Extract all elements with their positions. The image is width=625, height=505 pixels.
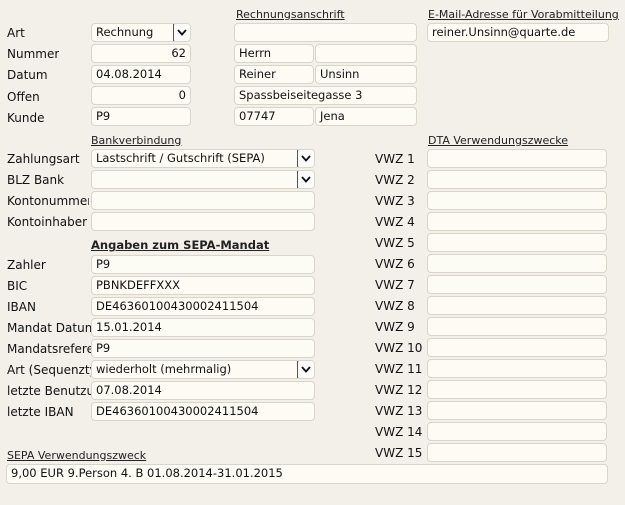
vwz-label: VWZ 4 bbox=[375, 215, 415, 229]
art-sequenztyp-select[interactable]: wiederholt (mehrmalig) bbox=[91, 360, 315, 379]
kontonummer-label: Kontonummer bbox=[7, 194, 89, 208]
kunde-label: Kunde bbox=[7, 111, 45, 125]
letzte-benutzung-label: letzte Benutzung bbox=[7, 384, 91, 398]
vwz-label: VWZ 9 bbox=[375, 320, 415, 334]
art-select-value: Rechnung bbox=[96, 25, 154, 39]
vwz-label: VWZ 8 bbox=[375, 299, 415, 313]
art-label: Art bbox=[7, 26, 25, 40]
vwz-label: VWZ 15 bbox=[375, 446, 423, 460]
sepa-mandat-heading: Angaben zum SEPA-Mandat bbox=[91, 238, 270, 252]
anrede2-field[interactable] bbox=[315, 44, 417, 63]
zahlungsart-select[interactable]: Lastschrift / Gutschrift (SEPA) bbox=[91, 149, 315, 168]
nachname-field[interactable]: Unsinn bbox=[315, 65, 417, 84]
vwz-field[interactable] bbox=[427, 380, 607, 399]
address-line0-field[interactable] bbox=[234, 23, 417, 42]
ort-field[interactable]: Jena bbox=[315, 107, 417, 126]
bic-label: BIC bbox=[7, 279, 28, 293]
vwz-label: VWZ 13 bbox=[375, 404, 423, 418]
mandatsreferenz-field[interactable]: P9 bbox=[91, 339, 315, 358]
vwz-field[interactable] bbox=[427, 149, 607, 168]
datum-field[interactable]: 04.08.2014 bbox=[91, 65, 191, 84]
email-field[interactable]: reiner.Unsinn@quarte.de bbox=[427, 23, 609, 42]
vwz-label: VWZ 10 bbox=[375, 341, 423, 355]
bic-field[interactable]: PBNKDEFFXXX bbox=[91, 276, 315, 295]
bankverbindung-heading: Bankverbindung bbox=[91, 134, 182, 147]
dta-heading: DTA Verwendungszwecke bbox=[428, 134, 569, 147]
kontoinhaber-label: Kontoinhaber bbox=[7, 215, 88, 229]
art-sequenztyp-label: Art (Sequenztyp) bbox=[7, 363, 91, 377]
mandatsreferenz-label: Mandatsreferenz bbox=[7, 342, 91, 356]
vwz-label: VWZ 11 bbox=[375, 362, 423, 376]
chevron-down-icon[interactable] bbox=[297, 361, 314, 378]
rechnungsanschrift-heading: Rechnungsanschrift bbox=[236, 8, 345, 21]
zahler-field[interactable]: P9 bbox=[91, 255, 315, 274]
vwz-field[interactable] bbox=[427, 212, 607, 231]
kontoinhaber-field[interactable] bbox=[91, 212, 315, 231]
art-select[interactable]: Rechnung bbox=[91, 23, 191, 42]
vwz-field[interactable] bbox=[427, 401, 607, 420]
kontonummer-field[interactable] bbox=[91, 191, 315, 210]
vwz-label: VWZ 6 bbox=[375, 257, 415, 271]
art-sequenztyp-select-value: wiederholt (mehrmalig) bbox=[96, 362, 232, 376]
datum-label: Datum bbox=[7, 68, 48, 82]
vwz-field[interactable] bbox=[427, 296, 607, 315]
offen-label: Offen bbox=[7, 90, 40, 104]
vwz-label: VWZ 7 bbox=[375, 278, 415, 292]
vwz-field[interactable] bbox=[427, 317, 607, 336]
iban-label: IBAN bbox=[7, 300, 36, 314]
vwz-field[interactable] bbox=[427, 233, 607, 252]
vwz-label: VWZ 3 bbox=[375, 194, 415, 208]
blz-bank-select[interactable] bbox=[91, 170, 315, 189]
chevron-down-icon[interactable] bbox=[297, 171, 314, 188]
vwz-field[interactable] bbox=[427, 275, 607, 294]
letzte-iban-field[interactable]: DE46360100430002411504 bbox=[91, 402, 315, 421]
zahlungsart-select-value: Lastschrift / Gutschrift (SEPA) bbox=[96, 151, 265, 165]
kunde-field[interactable]: P9 bbox=[91, 107, 191, 126]
letzte-benutzung-field[interactable]: 07.08.2014 bbox=[91, 381, 315, 400]
zahler-label: Zahler bbox=[7, 258, 46, 272]
chevron-down-icon[interactable] bbox=[173, 24, 190, 41]
iban-field[interactable]: DE46360100430002411504 bbox=[91, 297, 315, 316]
offen-field[interactable]: 0 bbox=[91, 86, 191, 105]
vwz-field[interactable] bbox=[427, 338, 607, 357]
zahlungsart-label: Zahlungsart bbox=[7, 152, 80, 166]
vwz-field[interactable] bbox=[427, 170, 607, 189]
vwz-field[interactable] bbox=[427, 422, 607, 441]
letzte-iban-label: letzte IBAN bbox=[7, 405, 74, 419]
vwz-label: VWZ 2 bbox=[375, 173, 415, 187]
anrede-field[interactable]: Herrn bbox=[234, 44, 314, 63]
mandat-datum-field[interactable]: 15.01.2014 bbox=[91, 318, 315, 337]
chevron-down-icon[interactable] bbox=[297, 150, 314, 167]
nummer-label: Nummer bbox=[7, 47, 60, 61]
blz-bank-label: BLZ Bank bbox=[7, 173, 65, 187]
vwz-label: VWZ 12 bbox=[375, 383, 423, 397]
mandat-datum-label: Mandat Datum bbox=[7, 321, 91, 335]
vwz-label: VWZ 1 bbox=[375, 152, 415, 166]
sepa-vwz-heading: SEPA Verwendungszweck bbox=[7, 449, 147, 462]
vwz-label: VWZ 14 bbox=[375, 425, 423, 439]
email-heading: E-Mail-Adresse für Vorabmitteilung bbox=[428, 8, 619, 21]
vwz-field[interactable] bbox=[427, 254, 607, 273]
plz-field[interactable]: 07747 bbox=[234, 107, 314, 126]
strasse-field[interactable]: Spassbeiseitegasse 3 bbox=[234, 86, 417, 105]
vwz-label: VWZ 5 bbox=[375, 236, 415, 250]
nummer-field[interactable]: 62 bbox=[91, 44, 191, 63]
vorname-field[interactable]: Reiner bbox=[234, 65, 314, 84]
sepa-verwendungszweck-field[interactable]: 9,00 EUR 9.Person 4. B 01.08.2014-31.01.… bbox=[6, 464, 608, 484]
vwz-field[interactable] bbox=[427, 191, 607, 210]
vwz-field[interactable] bbox=[427, 359, 607, 378]
vwz-field[interactable] bbox=[427, 443, 607, 462]
